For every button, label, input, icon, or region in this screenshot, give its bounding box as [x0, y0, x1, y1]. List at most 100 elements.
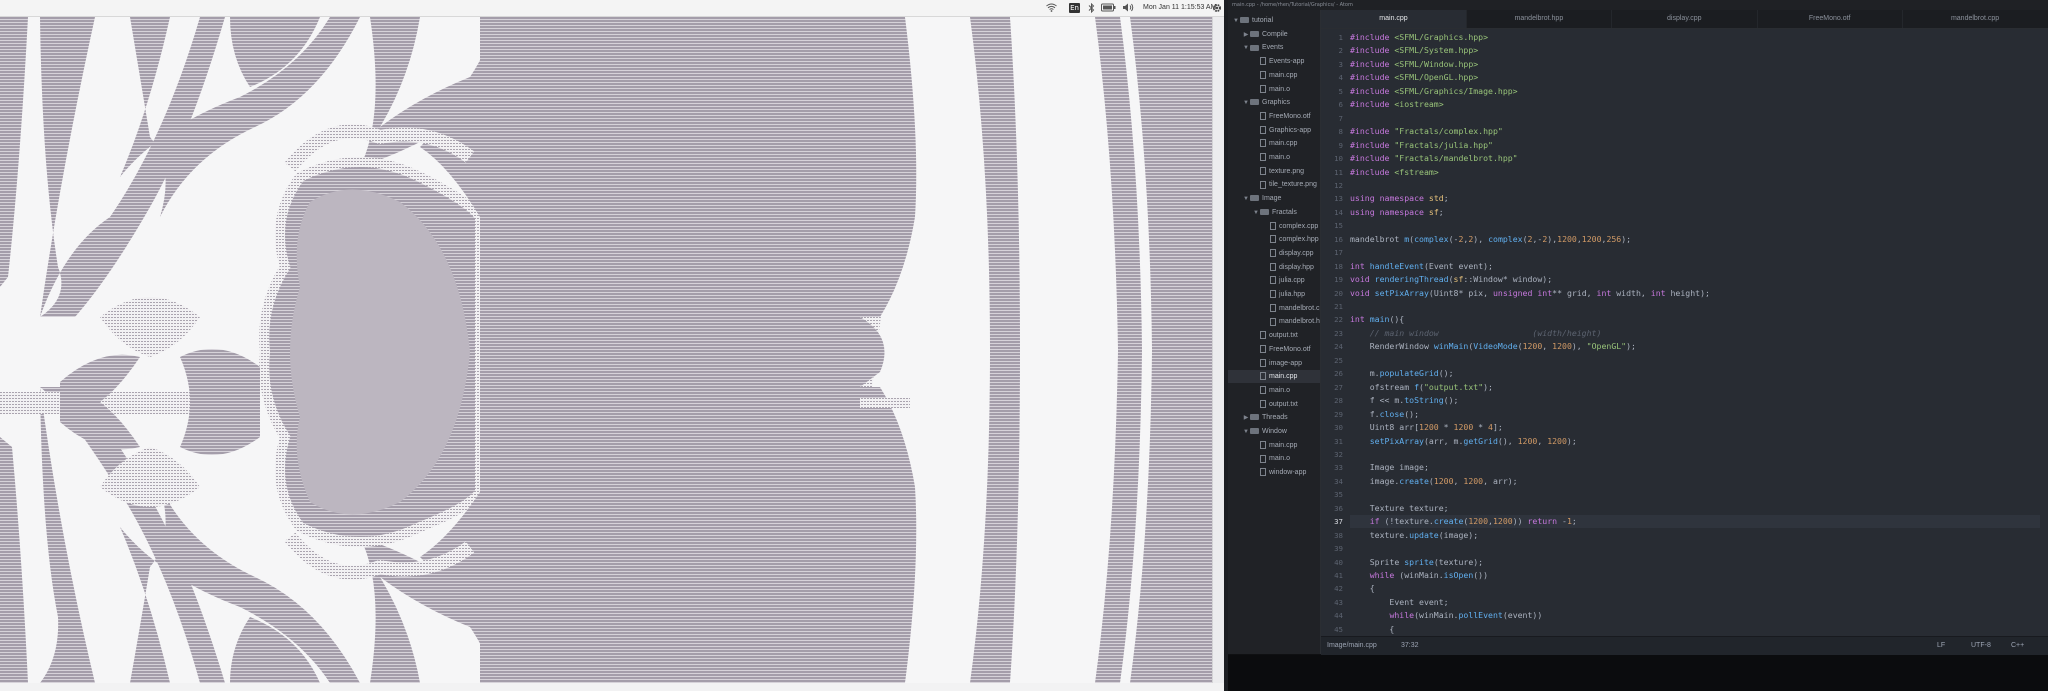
tree-folder[interactable]: ▼ Graphics: [1228, 96, 1320, 109]
clock[interactable]: Mon Jan 11 1:15:53 AM: [1143, 3, 1216, 13]
tree-file[interactable]: main.o: [1228, 384, 1320, 397]
tab-mandelbrot-cpp[interactable]: mandelbrot.cpp: [1903, 10, 2048, 28]
code-line[interactable]: Uint8 arr[1200 * 1200 * 4];: [1350, 421, 2040, 434]
code-line[interactable]: // main window (width/height): [1350, 327, 2040, 340]
code-line[interactable]: {: [1350, 582, 2040, 595]
tree-folder[interactable]: ▶ Threads: [1228, 411, 1320, 424]
code-line[interactable]: #include "Fractals/julia.hpp": [1350, 139, 2040, 152]
code-line[interactable]: Image image;: [1350, 461, 2040, 474]
code-line[interactable]: #include "Fractals/mandelbrot.hpp": [1350, 152, 2040, 165]
battery-icon[interactable]: [1101, 3, 1116, 13]
tree-file[interactable]: output.txt: [1228, 329, 1320, 342]
code-line[interactable]: mandelbrot m(complex(-2,2), complex(2,-2…: [1350, 233, 2040, 246]
code-line[interactable]: using namespace sf;: [1350, 206, 2040, 219]
tree-file[interactable]: main.o: [1228, 83, 1320, 96]
tree-file[interactable]: texture.png: [1228, 165, 1320, 178]
code-line[interactable]: while(winMain.pollEvent(event)): [1350, 609, 2040, 622]
status-cursor-position[interactable]: 37:32: [1401, 637, 1419, 655]
project-tree-panel[interactable]: ▼ tutorial ▶ Compile ▼ Events Events-app main.c…: [1228, 10, 1321, 654]
code-line[interactable]: [1350, 112, 2040, 125]
status-file-path[interactable]: Image/main.cpp: [1327, 637, 1377, 655]
code-line[interactable]: #include <SFML/Window.hpp>: [1350, 58, 2040, 71]
tab-display-cpp[interactable]: display.cpp: [1612, 10, 1758, 28]
code-line[interactable]: #include <SFML/OpenGL.hpp>: [1350, 71, 2040, 84]
tree-folder[interactable]: ▼ tutorial: [1228, 14, 1320, 27]
code-line[interactable]: #include "Fractals/complex.hpp": [1350, 125, 2040, 138]
code-line[interactable]: [1350, 246, 2040, 259]
tree-file[interactable]: tile_texture.png: [1228, 178, 1320, 191]
tree-file[interactable]: FreeMono.otf: [1228, 110, 1320, 123]
code-line[interactable]: int main(){: [1350, 313, 2040, 326]
code-line[interactable]: Event event;: [1350, 596, 2040, 609]
code-line[interactable]: [1350, 354, 2040, 367]
status-grammar[interactable]: C++: [2011, 637, 2024, 655]
tree-folder[interactable]: ▶ Compile: [1228, 28, 1320, 41]
settings-gear-icon[interactable]: [1212, 3, 1222, 13]
tree-file[interactable]: display.hpp: [1228, 261, 1320, 274]
code-line[interactable]: image.create(1200, 1200, arr);: [1350, 475, 2040, 488]
tree-file[interactable]: Graphics-app: [1228, 124, 1320, 137]
code-line[interactable]: f << m.toString();: [1350, 394, 2040, 407]
tree-file[interactable]: main.o: [1228, 151, 1320, 164]
status-encoding[interactable]: UTF-8: [1971, 637, 1991, 655]
bluetooth-icon[interactable]: [1088, 2, 1095, 14]
code-line[interactable]: ofstream f("output.txt");: [1350, 381, 2040, 394]
code-line[interactable]: [1350, 542, 2040, 555]
code-line[interactable]: Texture texture;: [1350, 502, 2040, 515]
code-line[interactable]: if (!texture.create(1200,1200)) return -…: [1350, 515, 2040, 529]
tree-file[interactable]: mandelbrot.cpp: [1228, 302, 1320, 315]
tab-mandelbrot-hpp[interactable]: mandelbrot.hpp: [1466, 10, 1613, 28]
tree-file[interactable]: main.o: [1228, 452, 1320, 465]
code-line[interactable]: f.close();: [1350, 408, 2040, 421]
tree-file[interactable]: display.cpp: [1228, 247, 1320, 260]
tree-file[interactable]: julia.cpp: [1228, 274, 1320, 287]
code-line[interactable]: RenderWindow winMain(VideoMode(1200, 120…: [1350, 340, 2040, 353]
tree-file[interactable]: image-app: [1228, 357, 1320, 370]
code-line[interactable]: texture.update(image);: [1350, 529, 2040, 542]
code-line[interactable]: void setPixArray(Uint8* pix, unsigned in…: [1350, 287, 2040, 300]
wifi-icon[interactable]: [1046, 3, 1057, 13]
tree-file[interactable]: complex.hpp: [1228, 233, 1320, 246]
tree-folder[interactable]: ▼ Events: [1228, 41, 1320, 54]
code-line[interactable]: Sprite sprite(texture);: [1350, 556, 2040, 569]
tree-file[interactable]: main.cpp: [1228, 137, 1320, 150]
tree-file[interactable]: FreeMono.otf: [1228, 343, 1320, 356]
code-line[interactable]: #include <iostream>: [1350, 98, 2040, 111]
tree-file[interactable]: complex.cpp: [1228, 220, 1320, 233]
code-line[interactable]: [1350, 488, 2040, 501]
code-editor[interactable]: 1 2 3 4 5 6 7 8 9 10 11 12 13 14 15 16 17 18 19 20 21 22 23 24 2…: [1321, 29, 2048, 636]
code-line[interactable]: void renderingThread(sf::Window* window)…: [1350, 273, 2040, 286]
tree-folder[interactable]: ▼ Window: [1228, 425, 1320, 438]
tab-main-cpp[interactable]: main.cpp: [1321, 10, 1467, 28]
tree-file[interactable]: julia.hpp: [1228, 288, 1320, 301]
code-line[interactable]: [1350, 300, 2040, 313]
code-line[interactable]: #include <SFML/System.hpp>: [1350, 44, 2040, 57]
tree-folder[interactable]: ▼ Image: [1228, 192, 1320, 205]
tree-file[interactable]: main.cpp: [1228, 439, 1320, 452]
code-line[interactable]: {: [1350, 623, 2040, 636]
code-line[interactable]: while (winMain.isOpen()): [1350, 569, 2040, 582]
tree-item-label: output.txt: [1269, 332, 1298, 340]
tree-file[interactable]: window-app: [1228, 466, 1320, 479]
tree-file[interactable]: mandelbrot.hpp: [1228, 315, 1320, 328]
tree-file[interactable]: main.cpp: [1228, 370, 1320, 384]
code-line[interactable]: #include <fstream>: [1350, 166, 2040, 179]
volume-icon[interactable]: [1122, 3, 1134, 13]
code-line[interactable]: [1350, 448, 2040, 461]
status-line-ending[interactable]: LF: [1937, 637, 1945, 655]
code-line[interactable]: #include <SFML/Graphics/Image.hpp>: [1350, 85, 2040, 98]
tree-file[interactable]: main.cpp: [1228, 69, 1320, 82]
tree-folder[interactable]: ▼ Fractals: [1228, 206, 1320, 219]
code-line[interactable]: [1350, 179, 2040, 192]
keyboard-layout-indicator[interactable]: En: [1069, 3, 1080, 13]
code-line[interactable]: m.populateGrid();: [1350, 367, 2040, 380]
terminal-panel[interactable]: [1228, 655, 2048, 691]
tree-file[interactable]: output.txt: [1228, 398, 1320, 411]
code-line[interactable]: #include <SFML/Graphics.hpp>: [1350, 31, 2040, 44]
code-line[interactable]: setPixArray(arr, m.getGrid(), 1200, 1200…: [1350, 435, 2040, 448]
code-line[interactable]: [1350, 219, 2040, 232]
tree-file[interactable]: Events-app: [1228, 55, 1320, 68]
tab-freemono-otf[interactable]: FreeMono.otf: [1757, 10, 1904, 28]
code-line[interactable]: int handleEvent(Event event);: [1350, 260, 2040, 273]
code-line[interactable]: using namespace std;: [1350, 192, 2040, 205]
